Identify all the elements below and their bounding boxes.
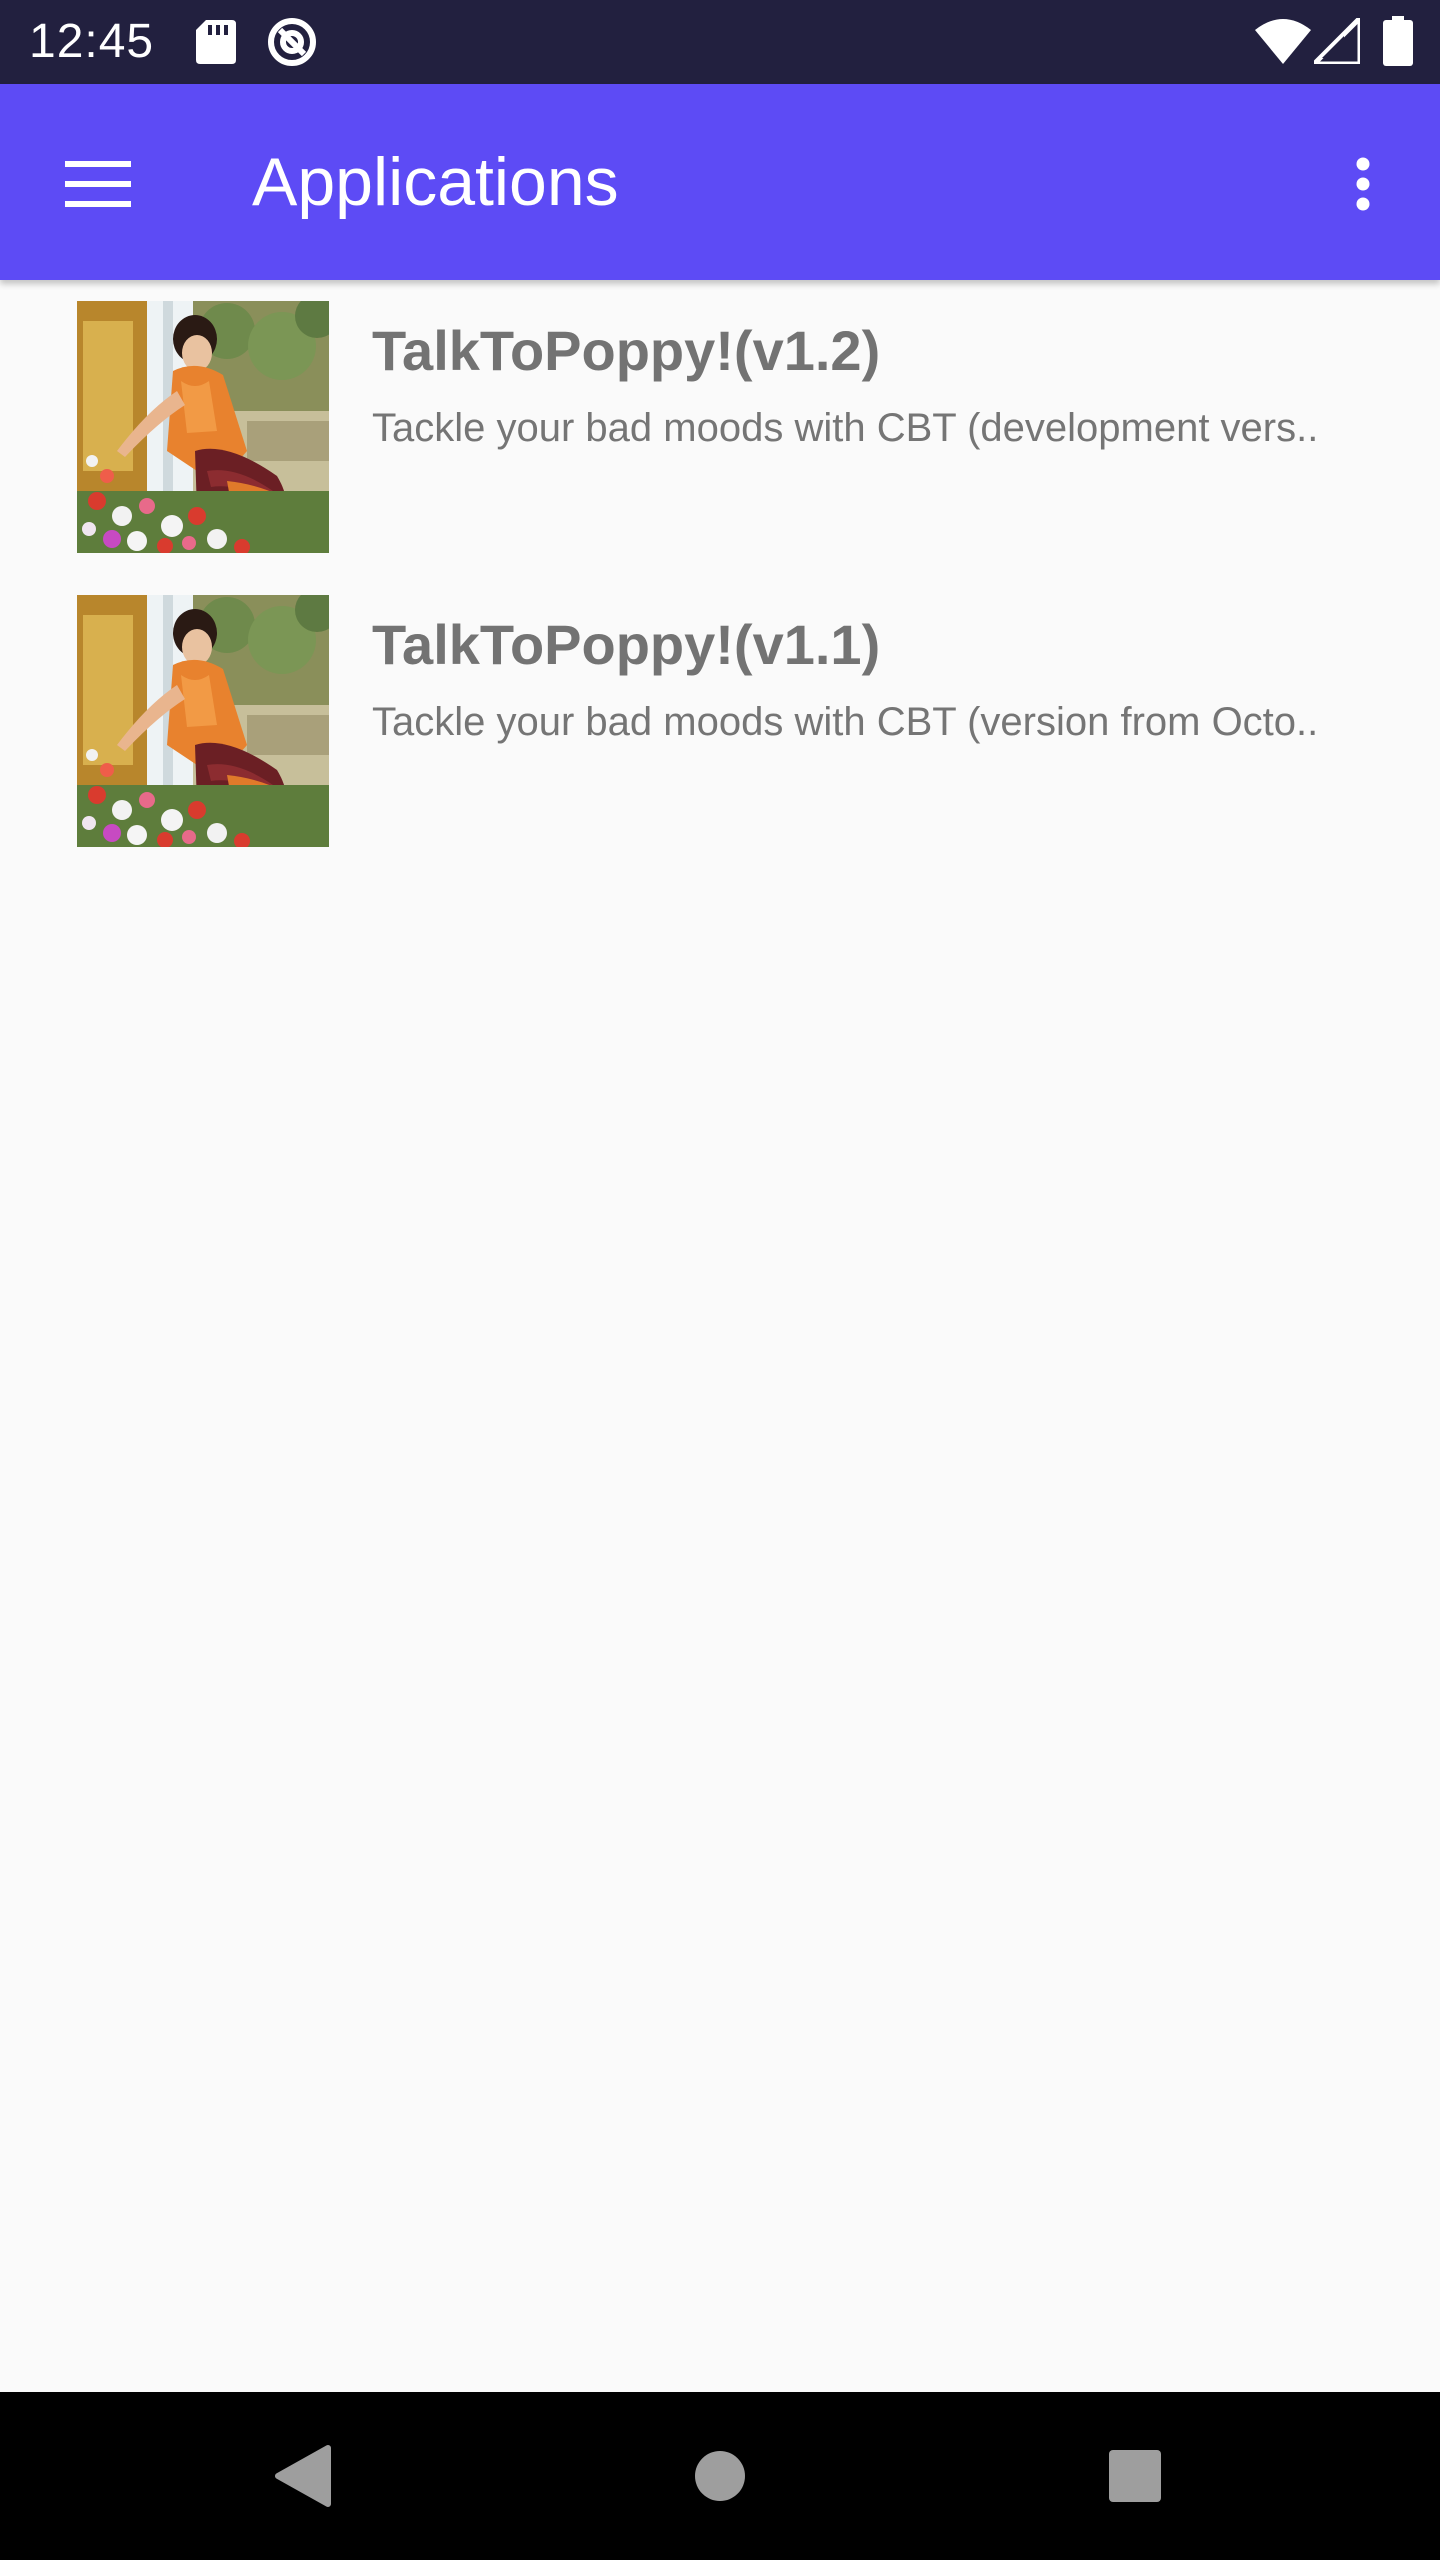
more-vert-icon[interactable] bbox=[1330, 138, 1396, 230]
home-icon[interactable] bbox=[695, 2451, 745, 2501]
battery-icon bbox=[1383, 16, 1413, 66]
app-title: TalkToPoppy!(v1.1) bbox=[372, 613, 881, 676]
app-description: Tackle your bad moods with CBT (developm… bbox=[372, 406, 1319, 450]
list-item[interactable]: TalkToPoppy!(v1.1) Tackle your bad moods… bbox=[0, 574, 1440, 868]
page-title: Applications bbox=[252, 144, 619, 220]
app-thumbnail bbox=[77, 595, 329, 847]
navigation-bar bbox=[0, 2392, 1440, 2560]
screen: 12:45 Applications TalkToPoppy!(v1.2) Ta… bbox=[0, 0, 1440, 2560]
list-item[interactable]: TalkToPoppy!(v1.2) Tackle your bad moods… bbox=[0, 280, 1440, 574]
wifi-icon bbox=[1255, 19, 1311, 64]
sd-card-icon bbox=[196, 20, 236, 64]
at-sign-icon bbox=[268, 18, 316, 66]
app-thumbnail bbox=[77, 301, 329, 553]
app-title: TalkToPoppy!(v1.2) bbox=[372, 319, 881, 382]
recents-icon[interactable] bbox=[1109, 2450, 1161, 2502]
back-icon[interactable] bbox=[272, 2444, 332, 2508]
app-description: Tackle your bad moods with CBT (version … bbox=[372, 700, 1319, 744]
hamburger-menu-icon[interactable] bbox=[46, 144, 150, 224]
status-time: 12:45 bbox=[29, 15, 155, 68]
cell-signal-icon bbox=[1314, 18, 1360, 64]
app-bar: Applications bbox=[0, 84, 1440, 280]
status-bar: 12:45 bbox=[0, 0, 1440, 84]
